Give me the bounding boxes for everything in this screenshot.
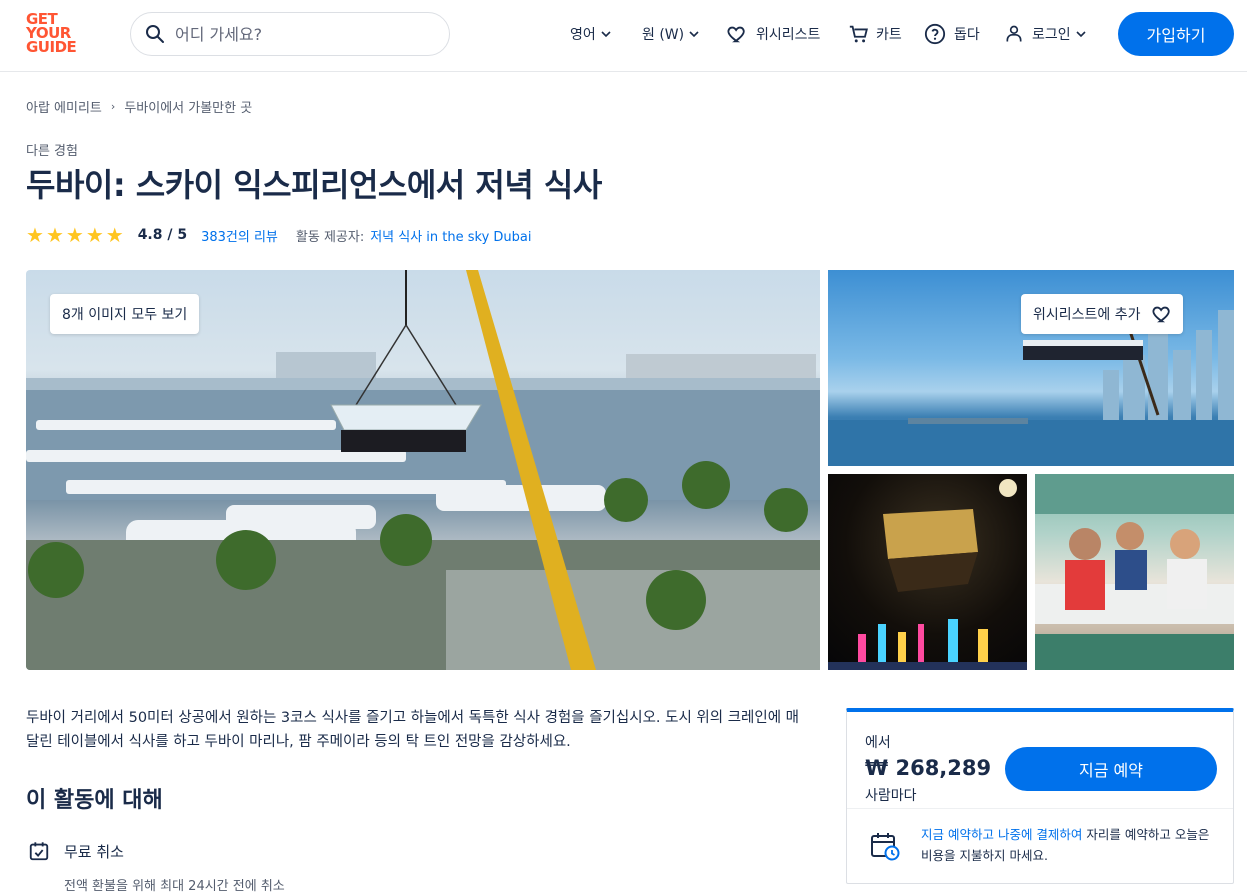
currency-selector[interactable]: 원 (W)	[642, 22, 700, 46]
breadcrumb-item-uae[interactable]: 아랍 에미리트	[26, 97, 102, 116]
free-cancellation-feature: 무료 취소	[28, 840, 124, 862]
cart-icon	[849, 25, 868, 43]
chevron-down-icon	[601, 31, 611, 38]
price-unit-label: 사람마다	[865, 788, 917, 804]
calendar-check-icon	[29, 842, 49, 861]
page-title: 두바이: 스카이 익스피리언스에서 저녁 식사	[26, 166, 602, 204]
free-cancellation-label: 무료 취소	[64, 842, 124, 861]
cart-link[interactable]: 카트	[848, 22, 906, 46]
star-icon: ★	[85, 223, 104, 247]
gallery-image-night[interactable]	[828, 474, 1027, 670]
wishlist-label: 위시리스트	[756, 27, 821, 43]
cart-label: 카트	[876, 27, 902, 43]
help-link[interactable]: 돕다	[924, 22, 984, 46]
wishlist-link[interactable]: 위시리스트	[726, 22, 824, 46]
gallery-main-image[interactable]: 8개 이미지 모두 보기	[26, 270, 820, 670]
view-all-images-button[interactable]: 8개 이미지 모두 보기	[50, 294, 200, 334]
category-label: 다른 경험	[26, 144, 78, 159]
reviews-link[interactable]: 383건의 리뷰	[201, 226, 278, 245]
currency-label: 원 (W)	[642, 27, 685, 43]
provider-link[interactable]: 저녁 식사 in the sky Dubai	[370, 226, 531, 245]
heart-icon	[727, 26, 745, 43]
language-selector[interactable]: 영어	[570, 22, 612, 46]
signup-button[interactable]: 가입하기	[1118, 12, 1234, 56]
night-table-photo	[828, 479, 1027, 670]
add-to-wishlist-label: 위시리스트에 추가	[1033, 307, 1141, 323]
help-label: 돕다	[954, 27, 980, 43]
diners-selfie-photo	[1035, 474, 1234, 670]
search-input[interactable]	[175, 24, 435, 44]
search-box[interactable]	[130, 12, 450, 56]
star-icon: ★	[65, 223, 84, 247]
top-header: GET YOUR GUIDE 영어 원 (W) 위시리스트 카트 돕다 로그인 …	[0, 0, 1247, 72]
calendar-clock-icon	[871, 833, 900, 861]
star-icon: ★	[45, 223, 64, 247]
activity-description: 두바이 거리에서 50미터 상공에서 원하는 3코스 식사를 즐기고 하늘에서 …	[26, 710, 800, 750]
book-now-button[interactable]: 지금 예약	[1005, 747, 1217, 791]
booking-card: 에서 ₩ 268,289 사람마다 지금 예약 지금 예약하고 나중에 결제하여…	[846, 708, 1234, 884]
gallery-image-skyline[interactable]: 위시리스트에 추가	[828, 270, 1234, 466]
getyourguide-logo[interactable]: GET YOUR GUIDE	[26, 12, 84, 58]
login-label: 로그인	[1032, 27, 1071, 43]
reserve-now-pay-later-note: 지금 예약하고 나중에 결제하여 자리를 예약하고 오늘은 비용을 지불하지 마…	[921, 824, 1217, 866]
star-icon: ★	[105, 223, 124, 247]
help-icon	[924, 23, 946, 45]
user-icon	[1006, 25, 1022, 42]
star-rating: ★ ★ ★ ★ ★	[26, 225, 124, 245]
breadcrumb-separator: ›	[110, 100, 116, 113]
price-value: ₩ 268,289	[865, 756, 992, 780]
breadcrumb-item-dubai[interactable]: 두바이에서 가볼만한 곳	[124, 97, 252, 116]
breadcrumb: 아랍 에미리트 › 두바이에서 가볼만한 곳	[26, 97, 252, 116]
heart-icon	[1152, 306, 1170, 323]
gallery-image-selfie[interactable]	[1035, 474, 1234, 670]
language-label: 영어	[570, 27, 596, 43]
about-heading: 이 활동에 대해	[26, 788, 163, 813]
search-icon	[146, 25, 164, 43]
star-icon: ★	[26, 223, 44, 247]
price-from-label: 에서	[865, 735, 891, 751]
rating-value: 4.8 / 5	[137, 227, 188, 243]
login-menu[interactable]: 로그인	[1004, 22, 1087, 46]
provider-label: 활동 제공자:	[295, 229, 365, 245]
free-cancellation-detail: 전액 환불을 위해 최대 24시간 전에 취소	[64, 879, 285, 894]
rating-row: ★ ★ ★ ★ ★ 4.8 / 5 383건의 리뷰 활동 제공자: 저녁 식사…	[26, 224, 532, 246]
chevron-down-icon	[689, 31, 699, 38]
reserve-now-link[interactable]: 지금 예약하고 나중에 결제하여	[921, 827, 1082, 842]
logo-line-3: GUIDE	[26, 38, 77, 56]
chevron-down-icon	[1076, 31, 1086, 38]
card-divider	[847, 808, 1233, 809]
add-to-wishlist-button[interactable]: 위시리스트에 추가	[1021, 294, 1183, 334]
